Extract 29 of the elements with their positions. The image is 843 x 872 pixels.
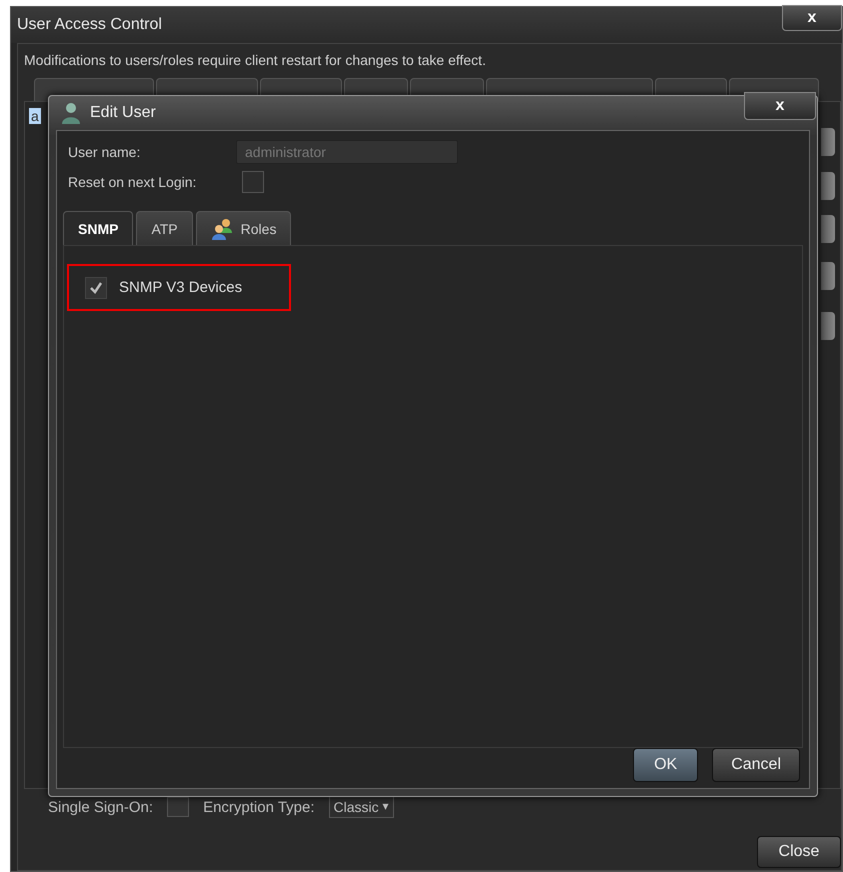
user-icon: [60, 101, 82, 125]
side-button[interactable]: [821, 262, 835, 290]
tab[interactable]: ATP: [136, 211, 193, 245]
cancel-button[interactable]: Cancel: [712, 748, 800, 782]
checkmark-icon: [89, 280, 103, 294]
close-dialog-button[interactable]: Close: [757, 836, 841, 868]
user-list-item[interactable]: a: [29, 108, 41, 124]
single-sign-on-label: Single Sign-On:: [48, 798, 154, 816]
side-button[interactable]: [821, 215, 835, 243]
reset-checkbox[interactable]: [242, 171, 264, 193]
window-close-button[interactable]: x: [782, 5, 842, 31]
user-name-label: User name:: [68, 144, 142, 160]
tab[interactable]: Roles: [196, 211, 292, 245]
users-icon: [210, 218, 235, 240]
encryption-type-dropdown[interactable]: Classic ▾: [328, 796, 394, 818]
side-button[interactable]: [821, 128, 835, 156]
dialog-title: Edit User: [90, 104, 156, 122]
ok-button[interactable]: OK: [633, 748, 698, 782]
single-sign-on-checkbox[interactable]: [167, 797, 190, 817]
tab[interactable]: SNMP: [63, 211, 134, 245]
side-button[interactable]: [821, 172, 835, 200]
window-title: User Access Control: [17, 16, 162, 34]
reset-label: Reset on next Login:: [68, 174, 198, 190]
dialog-close-button[interactable]: x: [744, 92, 816, 120]
checkbox[interactable]: [85, 276, 107, 298]
encryption-type-label: Encryption Type:: [203, 798, 315, 816]
side-button[interactable]: [821, 312, 835, 340]
option-label: SNMP V3 Devices: [119, 279, 242, 296]
notice-text: Modifications to users/roles require client restart for changes to take effect.: [24, 52, 487, 68]
